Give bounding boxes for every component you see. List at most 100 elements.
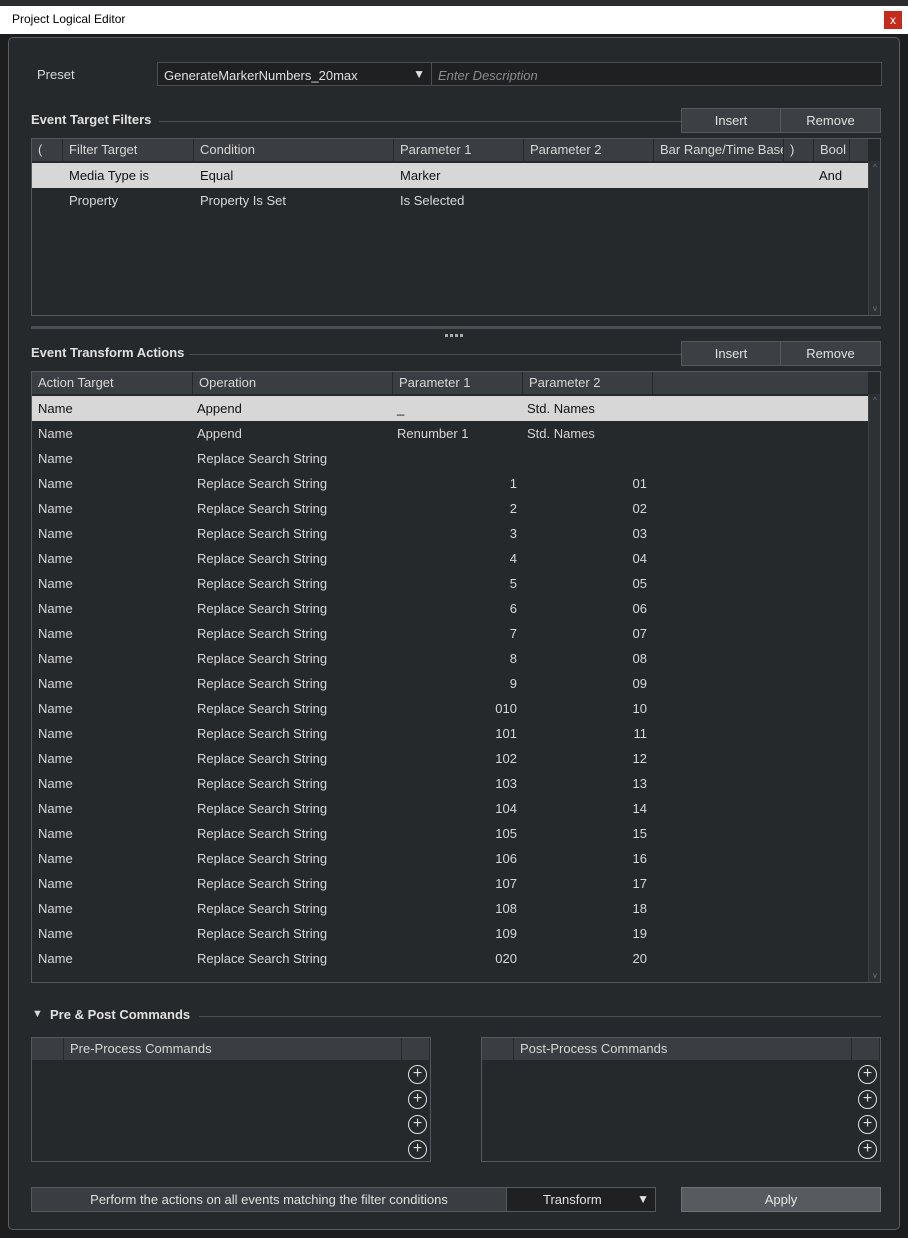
description-input[interactable]: Enter Description xyxy=(431,62,882,86)
action-param2-cell[interactable]: 05 xyxy=(523,571,647,596)
action-target-cell[interactable]: Name xyxy=(38,496,73,521)
action-param2-cell[interactable] xyxy=(523,446,647,471)
filters-remove-button[interactable]: Remove xyxy=(780,108,881,133)
action-param2-cell[interactable]: 18 xyxy=(523,896,647,921)
action-param1-cell[interactable]: 1 xyxy=(393,471,517,496)
action-param2-cell[interactable]: 20 xyxy=(523,946,647,971)
actions-scrollbar[interactable]: ^ v xyxy=(868,394,880,982)
column-header[interactable]: Bool xyxy=(814,139,850,161)
action-param1-cell[interactable]: 2 xyxy=(393,496,517,521)
action-target-cell[interactable]: Name xyxy=(38,846,73,871)
action-param1-cell[interactable]: Renumber 1 xyxy=(397,421,469,446)
scroll-up-icon[interactable]: ^ xyxy=(870,396,880,405)
filter-condition-cell[interactable]: Equal xyxy=(200,163,233,188)
action-operation-cell[interactable]: Replace Search String xyxy=(197,746,327,771)
action-param1-cell[interactable]: 104 xyxy=(393,796,517,821)
action-target-cell[interactable]: Name xyxy=(38,721,73,746)
action-param2-cell[interactable]: 12 xyxy=(523,746,647,771)
action-operation-cell[interactable]: Replace Search String xyxy=(197,921,327,946)
column-header[interactable]: Condition xyxy=(194,139,394,161)
filter-condition-cell[interactable]: Property Is Set xyxy=(200,188,286,213)
actions-remove-button[interactable]: Remove xyxy=(780,341,881,366)
action-param2-cell[interactable]: Std. Names xyxy=(527,396,595,421)
action-operation-cell[interactable]: Replace Search String xyxy=(197,796,327,821)
column-header[interactable]: ) xyxy=(784,139,814,161)
action-target-cell[interactable]: Name xyxy=(38,471,73,496)
add-icon[interactable]: + xyxy=(408,1140,427,1159)
action-param2-cell[interactable]: 06 xyxy=(523,596,647,621)
action-target-cell[interactable]: Name xyxy=(38,696,73,721)
action-param1-cell[interactable]: 010 xyxy=(393,696,517,721)
action-target-cell[interactable]: Name xyxy=(38,796,73,821)
commands-section-title[interactable]: Pre & Post Commands xyxy=(50,1007,190,1022)
column-header[interactable]: Action Target xyxy=(32,372,193,394)
action-operation-cell[interactable]: Replace Search String xyxy=(197,646,327,671)
action-target-cell[interactable]: Name xyxy=(38,546,73,571)
filter-target-cell[interactable]: Property xyxy=(69,188,118,213)
action-row[interactable]: Name Replace Search String 3 03 xyxy=(32,521,868,546)
action-operation-cell[interactable]: Replace Search String xyxy=(197,621,327,646)
action-row[interactable]: Name Replace Search String 4 04 xyxy=(32,546,868,571)
column-header[interactable]: Parameter 1 xyxy=(393,372,523,394)
action-operation-cell[interactable]: Replace Search String xyxy=(197,521,327,546)
action-operation-cell[interactable]: Replace Search String xyxy=(197,546,327,571)
action-row[interactable]: Name Replace Search String 103 13 xyxy=(32,771,868,796)
action-target-cell[interactable]: Name xyxy=(38,746,73,771)
action-param1-cell[interactable]: 102 xyxy=(393,746,517,771)
action-param2-cell[interactable]: 04 xyxy=(523,546,647,571)
action-operation-cell[interactable]: Replace Search String xyxy=(197,871,327,896)
action-param1-cell[interactable]: 8 xyxy=(393,646,517,671)
action-row[interactable]: Name Append Renumber 1 Std. Names xyxy=(32,421,868,446)
action-row[interactable]: Name Replace Search String 6 06 xyxy=(32,596,868,621)
action-operation-cell[interactable]: Replace Search String xyxy=(197,721,327,746)
action-operation-cell[interactable]: Replace Search String xyxy=(197,821,327,846)
add-icon[interactable]: + xyxy=(408,1065,427,1084)
action-param1-cell[interactable]: 109 xyxy=(393,921,517,946)
action-operation-cell[interactable]: Replace Search String xyxy=(197,896,327,921)
action-operation-cell[interactable]: Append xyxy=(197,396,242,421)
action-operation-cell[interactable]: Replace Search String xyxy=(197,846,327,871)
splitter-grip-icon[interactable] xyxy=(445,325,467,337)
action-operation-cell[interactable]: Replace Search String xyxy=(197,596,327,621)
add-icon[interactable]: + xyxy=(858,1115,877,1134)
action-row[interactable]: Name Replace Search String 107 17 xyxy=(32,871,868,896)
action-param2-cell[interactable]: 13 xyxy=(523,771,647,796)
action-param1-cell[interactable]: 020 xyxy=(393,946,517,971)
action-target-cell[interactable]: Name xyxy=(38,646,73,671)
action-param2-cell[interactable]: 08 xyxy=(523,646,647,671)
action-operation-cell[interactable]: Replace Search String xyxy=(197,571,327,596)
actions-insert-button[interactable]: Insert xyxy=(681,341,781,366)
action-operation-cell[interactable]: Replace Search String xyxy=(197,696,327,721)
action-operation-cell[interactable]: Replace Search String xyxy=(197,446,327,471)
filter-target-cell[interactable]: Media Type is xyxy=(69,163,149,188)
action-target-cell[interactable]: Name xyxy=(38,871,73,896)
action-row[interactable]: Name Replace Search String 105 15 xyxy=(32,821,868,846)
triangle-down-icon[interactable]: ▼ xyxy=(32,1008,43,1020)
action-param1-cell[interactable]: 6 xyxy=(393,596,517,621)
action-operation-cell[interactable]: Replace Search String xyxy=(197,471,327,496)
action-row[interactable]: Name Replace Search String 1 01 xyxy=(32,471,868,496)
action-param1-cell[interactable]: 9 xyxy=(393,671,517,696)
action-param2-cell[interactable]: 01 xyxy=(523,471,647,496)
add-icon[interactable]: + xyxy=(858,1090,877,1109)
scroll-down-icon[interactable]: v xyxy=(870,304,880,313)
action-param2-cell[interactable]: 17 xyxy=(523,871,647,896)
action-param1-cell[interactable]: 5 xyxy=(393,571,517,596)
add-icon[interactable]: + xyxy=(858,1140,877,1159)
action-param1-cell[interactable] xyxy=(393,446,517,471)
add-icon[interactable]: + xyxy=(408,1090,427,1109)
action-operation-cell[interactable]: Replace Search String xyxy=(197,771,327,796)
action-row[interactable]: Name Replace Search String 108 18 xyxy=(32,896,868,921)
action-row[interactable]: Name Append _ Std. Names xyxy=(32,396,868,421)
filter-param1-cell[interactable]: Marker xyxy=(400,163,440,188)
action-target-cell[interactable]: Name xyxy=(38,946,73,971)
filters-insert-button[interactable]: Insert xyxy=(681,108,781,133)
action-target-cell[interactable]: Name xyxy=(38,821,73,846)
filter-bool-cell[interactable]: And xyxy=(819,163,842,188)
action-param2-cell[interactable]: 11 xyxy=(523,721,648,746)
column-header[interactable]: Filter Target xyxy=(63,139,194,161)
column-header[interactable]: Parameter 2 xyxy=(524,139,654,161)
action-row[interactable]: Name Replace Search String 8 08 xyxy=(32,646,868,671)
action-param1-cell[interactable]: 103 xyxy=(393,771,517,796)
action-param2-cell[interactable]: 14 xyxy=(523,796,647,821)
